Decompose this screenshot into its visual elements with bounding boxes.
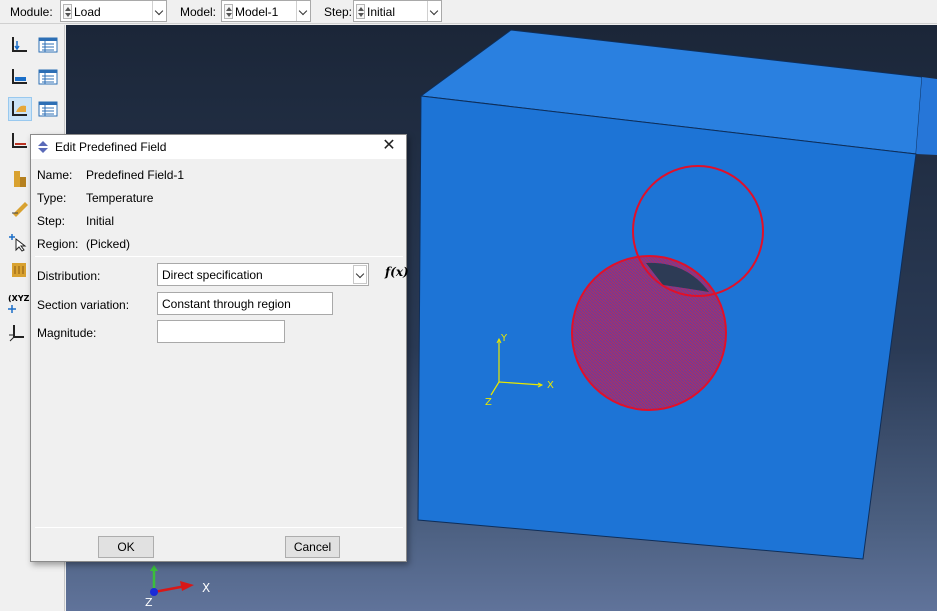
name-label: Name:	[37, 168, 73, 182]
abaqus-app-icon	[36, 140, 50, 154]
magnitude-label: Magnitude:	[37, 326, 97, 340]
svg-text:(XYZ: (XYZ	[8, 294, 30, 303]
bc-manager-icon[interactable]	[36, 65, 60, 89]
step-dropdown-arrow-icon[interactable]	[427, 1, 441, 21]
create-load-icon[interactable]	[8, 33, 32, 57]
local-triad-x-label: X	[547, 380, 554, 391]
query-pick-icon[interactable]	[6, 229, 30, 253]
distribution-label: Distribution:	[37, 269, 101, 283]
name-value: Predefined Field-1	[86, 168, 185, 182]
step-info-label: Step:	[37, 214, 66, 228]
type-value: Temperature	[86, 191, 154, 205]
local-triad-z-label: Z	[485, 397, 492, 408]
create-predefined-field-icon[interactable]	[8, 97, 32, 121]
region-label: Region:	[37, 237, 79, 251]
edit-attribute-icon[interactable]	[8, 195, 32, 219]
step-value: Initial	[367, 5, 396, 19]
dialog-separator	[35, 256, 403, 257]
global-triad-x-label: X	[202, 581, 210, 595]
region-value: (Picked)	[86, 237, 131, 251]
magnitude-input[interactable]	[157, 320, 285, 343]
dialog-titlebar[interactable]: Edit Predefined Field ✕	[31, 135, 406, 159]
step-info-value: Initial	[86, 214, 115, 228]
module-combo[interactable]: Load	[60, 0, 167, 22]
create-constraint-icon[interactable]	[6, 321, 30, 345]
datum-csys-icon[interactable]: (XYZ	[6, 291, 30, 315]
module-label: Module:	[10, 5, 53, 19]
context-toolbar: Module: Load Model: Model-1 Step: Initia…	[0, 0, 937, 24]
module-dropdown-arrow-icon[interactable]	[152, 1, 166, 21]
load-manager-icon[interactable]	[36, 33, 60, 57]
step-spin-icon[interactable]	[356, 4, 365, 19]
selected-region-circle[interactable]	[571, 255, 727, 411]
create-amplitude-icon[interactable]	[8, 167, 32, 191]
global-triad	[150, 565, 194, 596]
distribution-dropdown-arrow-icon[interactable]	[353, 265, 367, 284]
distribution-select[interactable]: Direct specification	[157, 263, 369, 286]
ok-button[interactable]: OK	[98, 536, 154, 558]
model-spin-icon[interactable]	[224, 4, 233, 19]
model-value: Model-1	[235, 5, 279, 19]
create-bc-icon[interactable]	[8, 65, 32, 89]
section-variation-field[interactable]: Constant through region	[157, 292, 333, 315]
fx-icon[interactable]: f(x)	[385, 265, 409, 279]
create-field-icon[interactable]	[8, 257, 32, 281]
step-label: Step:	[324, 5, 353, 19]
module-value: Load	[74, 5, 101, 19]
section-variation-value: Constant through region	[162, 297, 291, 311]
dialog-title: Edit Predefined Field	[55, 140, 167, 154]
local-triad-y-label: Y	[500, 333, 508, 344]
edit-predefined-field-dialog: Edit Predefined Field ✕ Name: Predefined…	[30, 134, 409, 562]
type-label: Type:	[37, 191, 67, 205]
model-label: Model:	[180, 5, 217, 19]
distribution-value: Direct specification	[162, 268, 263, 282]
model-dropdown-arrow-icon[interactable]	[296, 1, 310, 21]
module-spin-icon[interactable]	[63, 4, 72, 19]
model-combo[interactable]: Model-1	[221, 0, 311, 22]
dialog-bottom-separator	[35, 527, 403, 528]
predefined-field-manager-icon[interactable]	[36, 97, 60, 121]
cancel-button[interactable]: Cancel	[285, 536, 340, 558]
create-load-case-icon[interactable]	[8, 129, 32, 153]
step-combo[interactable]: Initial	[353, 0, 442, 22]
close-icon[interactable]: ✕	[380, 137, 398, 155]
section-variation-label: Section variation:	[37, 298, 130, 312]
global-triad-z-label: Z	[145, 596, 153, 609]
